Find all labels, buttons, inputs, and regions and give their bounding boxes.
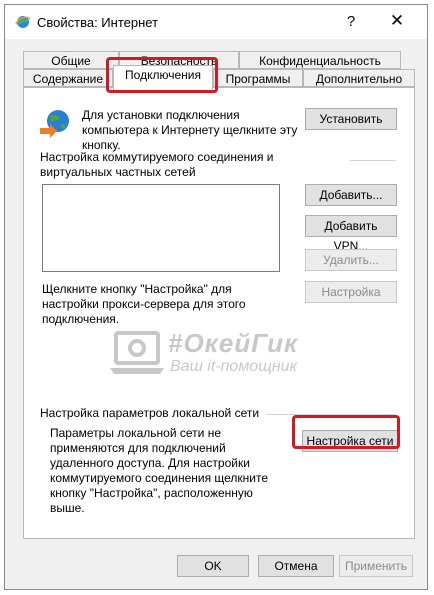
internet-properties-window: Свойства: Интернет ? ✕ Общие Безопасност… — [4, 4, 428, 590]
button-label: Установить — [319, 112, 383, 126]
setup-button[interactable]: Установить — [305, 108, 397, 130]
button-label: OK — [204, 559, 222, 573]
apply-button[interactable]: Применить — [339, 555, 413, 577]
tab-content[interactable]: Содержание — [23, 69, 113, 87]
title-bar[interactable]: Свойства: Интернет ? ✕ — [5, 5, 427, 39]
tab-label: Дополнительно — [315, 72, 403, 86]
connections-panel: Для установки подключения компьютера к И… — [23, 87, 415, 539]
tab-label: Содержание — [32, 72, 104, 86]
button-label: Применить — [344, 559, 407, 573]
remove-button[interactable]: Удалить... — [305, 249, 397, 271]
window-title: Свойства: Интернет — [37, 15, 159, 30]
tab-programs[interactable]: Программы — [213, 69, 303, 87]
connections-tab-highlight — [106, 57, 218, 93]
tab-label: Конфиденциальность — [259, 54, 381, 68]
globe-connect-icon — [40, 110, 69, 138]
proxy-hint: Щелкните кнопку "Настройка" для настройк… — [42, 282, 246, 326]
button-label: Удалить... — [323, 253, 379, 267]
button-label: Добавить VPN... — [324, 219, 378, 253]
add-vpn-button[interactable]: Добавить VPN... — [305, 215, 397, 253]
tab-general[interactable]: Общие — [23, 51, 119, 69]
section-divider — [350, 160, 396, 161]
cancel-button[interactable]: Отмена — [258, 555, 334, 577]
help-button[interactable]: ? — [341, 13, 361, 30]
internet-options-icon — [15, 16, 31, 28]
lan-description: Параметры локальной сети не применяются … — [50, 426, 269, 515]
button-label: Настройка — [321, 285, 381, 299]
lan-heading: Настройка параметров локальной сети — [40, 406, 260, 420]
ok-button[interactable]: OK — [177, 555, 249, 577]
lan-settings-highlight — [292, 415, 400, 449]
add-button[interactable]: Добавить... — [305, 184, 397, 206]
setup-description: Для установки подключения компьютера к И… — [82, 108, 298, 152]
tab-label: Программы — [225, 72, 291, 86]
button-label: Отмена — [274, 559, 318, 573]
dialup-vpn-heading: Настройка коммутируемого соединения и ви… — [40, 150, 274, 179]
connections-list[interactable] — [42, 184, 280, 272]
button-label: Добавить... — [319, 188, 383, 202]
close-button[interactable]: ✕ — [385, 11, 409, 31]
dialup-settings-button[interactable]: Настройка — [305, 281, 397, 303]
tab-label: Общие — [51, 54, 91, 68]
tab-advanced[interactable]: Дополнительно — [303, 69, 415, 87]
tab-privacy[interactable]: Конфиденциальность — [239, 51, 401, 69]
